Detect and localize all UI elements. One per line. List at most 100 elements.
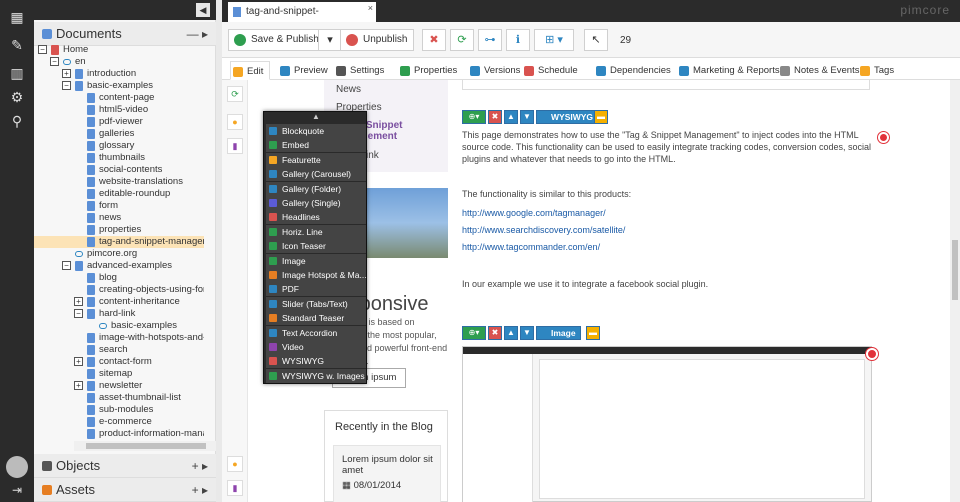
add-block-button[interactable]: ⊕▾ [462, 326, 486, 340]
tree-item[interactable]: pdf-viewer [34, 116, 204, 128]
menu-item-icon-teaser[interactable]: Icon Teaser [266, 239, 366, 254]
hotspot-marker[interactable] [878, 132, 889, 143]
menu-item-embed[interactable]: Embed [266, 138, 366, 153]
tree-item[interactable]: − basic-examples [34, 80, 204, 92]
bulb-icon[interactable]: ● [227, 114, 243, 130]
search-icon[interactable]: ⚲ [0, 112, 34, 130]
tab-schedule[interactable]: Schedule [522, 61, 578, 80]
link-searchdiscovery[interactable]: http://www.searchdiscovery.com/satellite… [462, 225, 625, 235]
tree-item[interactable]: thumbnails [34, 152, 204, 164]
tree-item[interactable]: sub-modules [34, 404, 204, 416]
tree-item[interactable]: editable-roundup [34, 188, 204, 200]
tree-item[interactable]: properties [34, 224, 204, 236]
tree-item[interactable]: pimcore.org [34, 248, 204, 260]
tree-item[interactable]: + content-inheritance [34, 296, 204, 308]
move-up-button[interactable]: ▲ [504, 110, 518, 124]
tree-item-selected[interactable]: tag-and-snippet-managem [34, 236, 204, 248]
select-mode-button[interactable]: ↖ [584, 29, 608, 51]
add-block-button[interactable]: ⊕▾ [462, 110, 486, 124]
link-google[interactable]: http://www.google.com/tagmanager/ [462, 208, 606, 218]
tab-dependencies[interactable]: Dependencies [594, 61, 671, 80]
hotspot-marker[interactable] [866, 348, 878, 360]
save-publish-button[interactable]: Save & Publish [228, 29, 326, 51]
wrench-icon[interactable]: ✎ [0, 36, 34, 54]
menu-item-gallery-carousel[interactable]: Gallery (Carousel) [266, 167, 366, 182]
close-icon[interactable]: × [368, 0, 373, 18]
delete-button[interactable]: ✖ [422, 29, 446, 51]
menu-item-image-hotspot-ma[interactable]: Image Hotspot & Ma... [266, 268, 366, 282]
collapse-icon[interactable]: − [38, 45, 47, 54]
trash-icon[interactable]: ▮ [227, 138, 243, 154]
block-type-label[interactable]: WYSIWYG [536, 110, 599, 124]
menu-item-gallery-folder[interactable]: Gallery (Folder) [266, 181, 366, 196]
chart-icon[interactable]: ▥ [0, 64, 34, 82]
collapse-panel-button[interactable]: ◀ [196, 3, 210, 17]
tree-item[interactable]: − Home [34, 44, 204, 56]
blog-post[interactable]: Lorem ipsum dolor sit amet ▦ 08/01/2014 [333, 445, 441, 502]
menu-item-gallery-single[interactable]: Gallery (Single) [266, 196, 366, 210]
tab-versions[interactable]: Versions [468, 61, 520, 80]
collapse-icon[interactable]: − [50, 57, 59, 66]
tree-item[interactable]: − en [34, 56, 204, 68]
scroll-up-icon[interactable]: ▲ [312, 112, 320, 121]
menu-item-slider-tabs-text[interactable]: Slider (Tabs/Text) [266, 296, 366, 311]
tree-item[interactable]: blog [34, 272, 204, 284]
tab-preview[interactable]: Preview [278, 61, 328, 80]
menu-item-standard-teaser[interactable]: Standard Teaser [266, 311, 366, 326]
tree-item[interactable]: e-commerce [34, 416, 204, 428]
tab-properties[interactable]: Properties [398, 61, 457, 80]
save-dropdown-button[interactable]: ▾ [318, 29, 342, 51]
tree-item[interactable]: news [34, 212, 204, 224]
gear-icon[interactable]: ⚙ [0, 88, 34, 106]
screenshot-image[interactable] [462, 346, 873, 502]
refresh-icon[interactable]: ⟳ [227, 86, 243, 102]
menu-item-image[interactable]: Image [266, 253, 366, 268]
tree-item[interactable]: social-contents [34, 164, 204, 176]
menu-item-featurette[interactable]: Featurette [266, 152, 366, 167]
tree-item[interactable]: galleries [34, 128, 204, 140]
nav-item[interactable]: News [336, 84, 361, 95]
tree-item[interactable]: + contact-form [34, 356, 204, 368]
menu-item-horiz-line[interactable]: Horiz. Line [266, 224, 366, 239]
tree-item[interactable]: sitemap [34, 368, 204, 380]
collapse-icon[interactable]: − [74, 309, 83, 318]
collapse-icon[interactable]: − [62, 261, 71, 270]
expand-icon[interactable]: + [74, 357, 83, 366]
tab-settings[interactable]: Settings [334, 61, 384, 80]
tree-item[interactable]: glossary [34, 140, 204, 152]
tree-item[interactable]: search [34, 344, 204, 356]
documents-controls[interactable]: — ▸ [187, 22, 208, 46]
objects-panel-header[interactable]: Objects + ▸ [34, 454, 216, 478]
tree-item[interactable]: website-translations [34, 176, 204, 188]
menu-item-wysiwyg-w-images[interactable]: WYSIWYG w. Images [266, 368, 366, 383]
assets-panel-header[interactable]: Assets + ▸ [34, 478, 216, 502]
remove-block-button[interactable]: ✖ [488, 110, 502, 124]
tree-item[interactable]: asset-thumbnail-list [34, 392, 204, 404]
tree-item[interactable]: − advanced-examples [34, 260, 204, 272]
content-scrollbar[interactable] [950, 80, 960, 502]
tab-document[interactable]: tag-and-snippet-management × [228, 0, 376, 37]
documents-panel-header[interactable]: Documents — ▸ [34, 22, 216, 46]
menu-item-video[interactable]: Video [266, 340, 366, 354]
tab-tags[interactable]: Tags [858, 61, 894, 80]
expand-icon[interactable]: + [62, 69, 71, 78]
move-down-button[interactable]: ▼ [520, 326, 534, 340]
expand-icon[interactable]: + [74, 381, 83, 390]
menu-item-pdf[interactable]: PDF [266, 282, 366, 297]
menu-item-wysiwyg[interactable]: WYSIWYG [266, 354, 366, 369]
tab-marketing-reports[interactable]: Marketing & Reports [677, 61, 780, 80]
tree-item[interactable]: content-page [34, 92, 204, 104]
info-button[interactable]: ℹ [506, 29, 530, 51]
remove-block-button[interactable]: ✖ [488, 326, 502, 340]
tree-locate-button[interactable]: ⊶ [478, 29, 502, 51]
folder-icon[interactable]: ▬ [586, 326, 600, 340]
trash-icon-bottom[interactable]: ▮ [227, 480, 243, 496]
menu-item-headlines[interactable]: Headlines [266, 210, 366, 225]
move-up-button[interactable]: ▲ [504, 326, 518, 340]
tree-item[interactable]: form [34, 200, 204, 212]
menu-item-blockquote[interactable]: Blockquote [266, 124, 366, 138]
logout-icon[interactable]: ⇥ [0, 483, 34, 497]
collapse-icon[interactable]: − [62, 81, 71, 90]
assets-controls[interactable]: + ▸ [192, 478, 208, 502]
tab-edit[interactable]: Edit [230, 61, 271, 80]
